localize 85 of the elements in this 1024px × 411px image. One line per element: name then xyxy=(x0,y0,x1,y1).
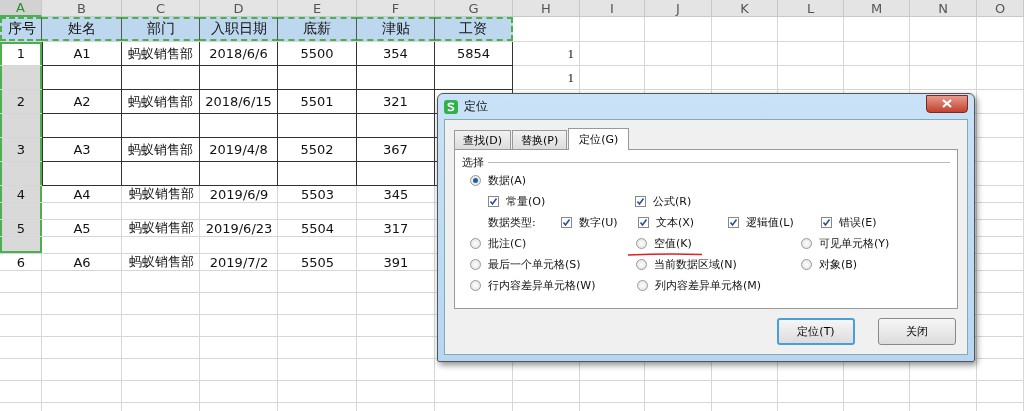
table-cell: 2 xyxy=(0,90,42,113)
column-header[interactable]: J xyxy=(645,0,712,17)
column-header[interactable]: B xyxy=(42,0,122,17)
table-cell-text: 5503 xyxy=(299,186,336,202)
column-heading: 工资 xyxy=(435,17,513,41)
radio-button[interactable] xyxy=(800,238,812,249)
radio-option[interactable]: 行内容差异单元格(W) xyxy=(470,278,637,293)
table-cell-text: 391 xyxy=(382,254,410,270)
app-icon xyxy=(444,99,458,114)
checkbox[interactable] xyxy=(638,217,649,228)
tab[interactable]: 查找(D) xyxy=(454,130,512,149)
radio-button[interactable] xyxy=(800,259,812,270)
column-header[interactable]: C xyxy=(122,0,200,17)
table-cell-text: 1 xyxy=(566,68,575,87)
tab[interactable]: 定位(G) xyxy=(568,128,630,150)
table-cell-text: 蚂蚁销售部 xyxy=(127,186,195,202)
checkbox-option[interactable]: 逻辑值(L) xyxy=(728,215,821,230)
column-header[interactable]: O xyxy=(977,0,1024,17)
column-header[interactable]: M xyxy=(844,0,910,17)
table-cell-text: 蚂蚁销售部 xyxy=(127,254,195,270)
column-heading: 姓名 xyxy=(42,17,122,41)
radio-button[interactable] xyxy=(470,175,481,186)
table-cell-text: 317 xyxy=(382,220,410,236)
radio-button[interactable] xyxy=(635,238,647,249)
checkbox[interactable] xyxy=(561,217,572,228)
column-heading: 底薪 xyxy=(278,17,357,41)
table-cell-text: 5504 xyxy=(299,220,336,236)
column-heading: 津贴 xyxy=(357,17,435,41)
field-label: 数据类型: xyxy=(488,215,537,230)
checkbox[interactable] xyxy=(821,217,832,228)
radio-button[interactable] xyxy=(637,280,648,291)
table-cell-text: A5 xyxy=(72,220,92,236)
column-header[interactable]: N xyxy=(910,0,977,17)
table-cell-text: 345 xyxy=(382,186,410,202)
radio-option[interactable]: 当前数据区域(N) xyxy=(635,257,801,272)
column-header[interactable]: L xyxy=(778,0,844,17)
tab[interactable]: 替换(P) xyxy=(512,130,568,149)
table-cell-text: 5505 xyxy=(299,254,336,270)
table-cell-text: A4 xyxy=(72,186,92,202)
column-header[interactable]: H xyxy=(513,0,580,17)
radio-button[interactable] xyxy=(470,259,481,270)
radio-option[interactable]: 列内容差异单元格(M) xyxy=(637,278,803,293)
column-header[interactable]: K xyxy=(712,0,778,17)
column-header[interactable]: E xyxy=(278,0,357,17)
table-cell: 1 xyxy=(0,42,42,65)
close-icon xyxy=(942,99,952,108)
table-cell-text: A6 xyxy=(72,254,92,270)
radio-option[interactable]: 对象(B) xyxy=(800,257,950,272)
column-header[interactable]: G xyxy=(435,0,513,17)
table-cell: 5 xyxy=(0,220,42,236)
checkbox[interactable] xyxy=(488,196,499,207)
radio-option[interactable]: 空值(K) xyxy=(635,236,801,251)
table-cell: 3 xyxy=(0,138,42,161)
radio-option[interactable]: 数据(A) xyxy=(470,173,527,188)
checkbox-option[interactable]: 文本(X) xyxy=(638,215,728,230)
table-cell-text: 2019/7/2 xyxy=(208,254,270,270)
checkbox-option[interactable]: 数字(U) xyxy=(561,215,638,230)
table-cell: 4 xyxy=(0,186,42,202)
group-label: 选择 xyxy=(462,154,484,170)
checkbox-option[interactable]: 公式(R) xyxy=(635,194,692,209)
checkbox-option[interactable]: 错误(E) xyxy=(821,215,877,230)
radio-button[interactable] xyxy=(635,259,647,270)
column-header[interactable]: F xyxy=(357,0,435,17)
radio-option[interactable]: 最后一个单元格(S) xyxy=(470,257,636,272)
checkbox[interactable] xyxy=(728,217,739,228)
table-cell-text: 6 xyxy=(15,254,27,270)
checkbox[interactable] xyxy=(635,196,646,207)
column-heading: 序号 xyxy=(0,17,42,41)
column-heading: 入职日期 xyxy=(200,17,278,41)
close-button[interactable] xyxy=(926,94,968,113)
table-cell-text: 1 xyxy=(566,44,575,63)
dialog-button[interactable]: 关闭 xyxy=(878,318,956,345)
radio-button[interactable] xyxy=(470,280,481,291)
dialog-title: 定位 xyxy=(464,98,488,115)
column-header[interactable]: D xyxy=(200,0,278,17)
radio-option[interactable]: 批注(C) xyxy=(470,236,636,251)
table-cell-text: 蚂蚁销售部 xyxy=(127,220,195,236)
column-heading: 部门 xyxy=(122,17,200,41)
table-cell-text: 2019/6/9 xyxy=(208,186,270,202)
radio-option[interactable]: 可见单元格(Y) xyxy=(800,236,950,251)
table-cell-text: 2019/6/23 xyxy=(204,220,274,236)
dialog-button[interactable]: 定位(T) xyxy=(777,318,855,345)
checkbox-option[interactable]: 常量(O) xyxy=(488,194,635,209)
radio-button[interactable] xyxy=(470,238,481,249)
column-header[interactable]: I xyxy=(580,0,645,17)
